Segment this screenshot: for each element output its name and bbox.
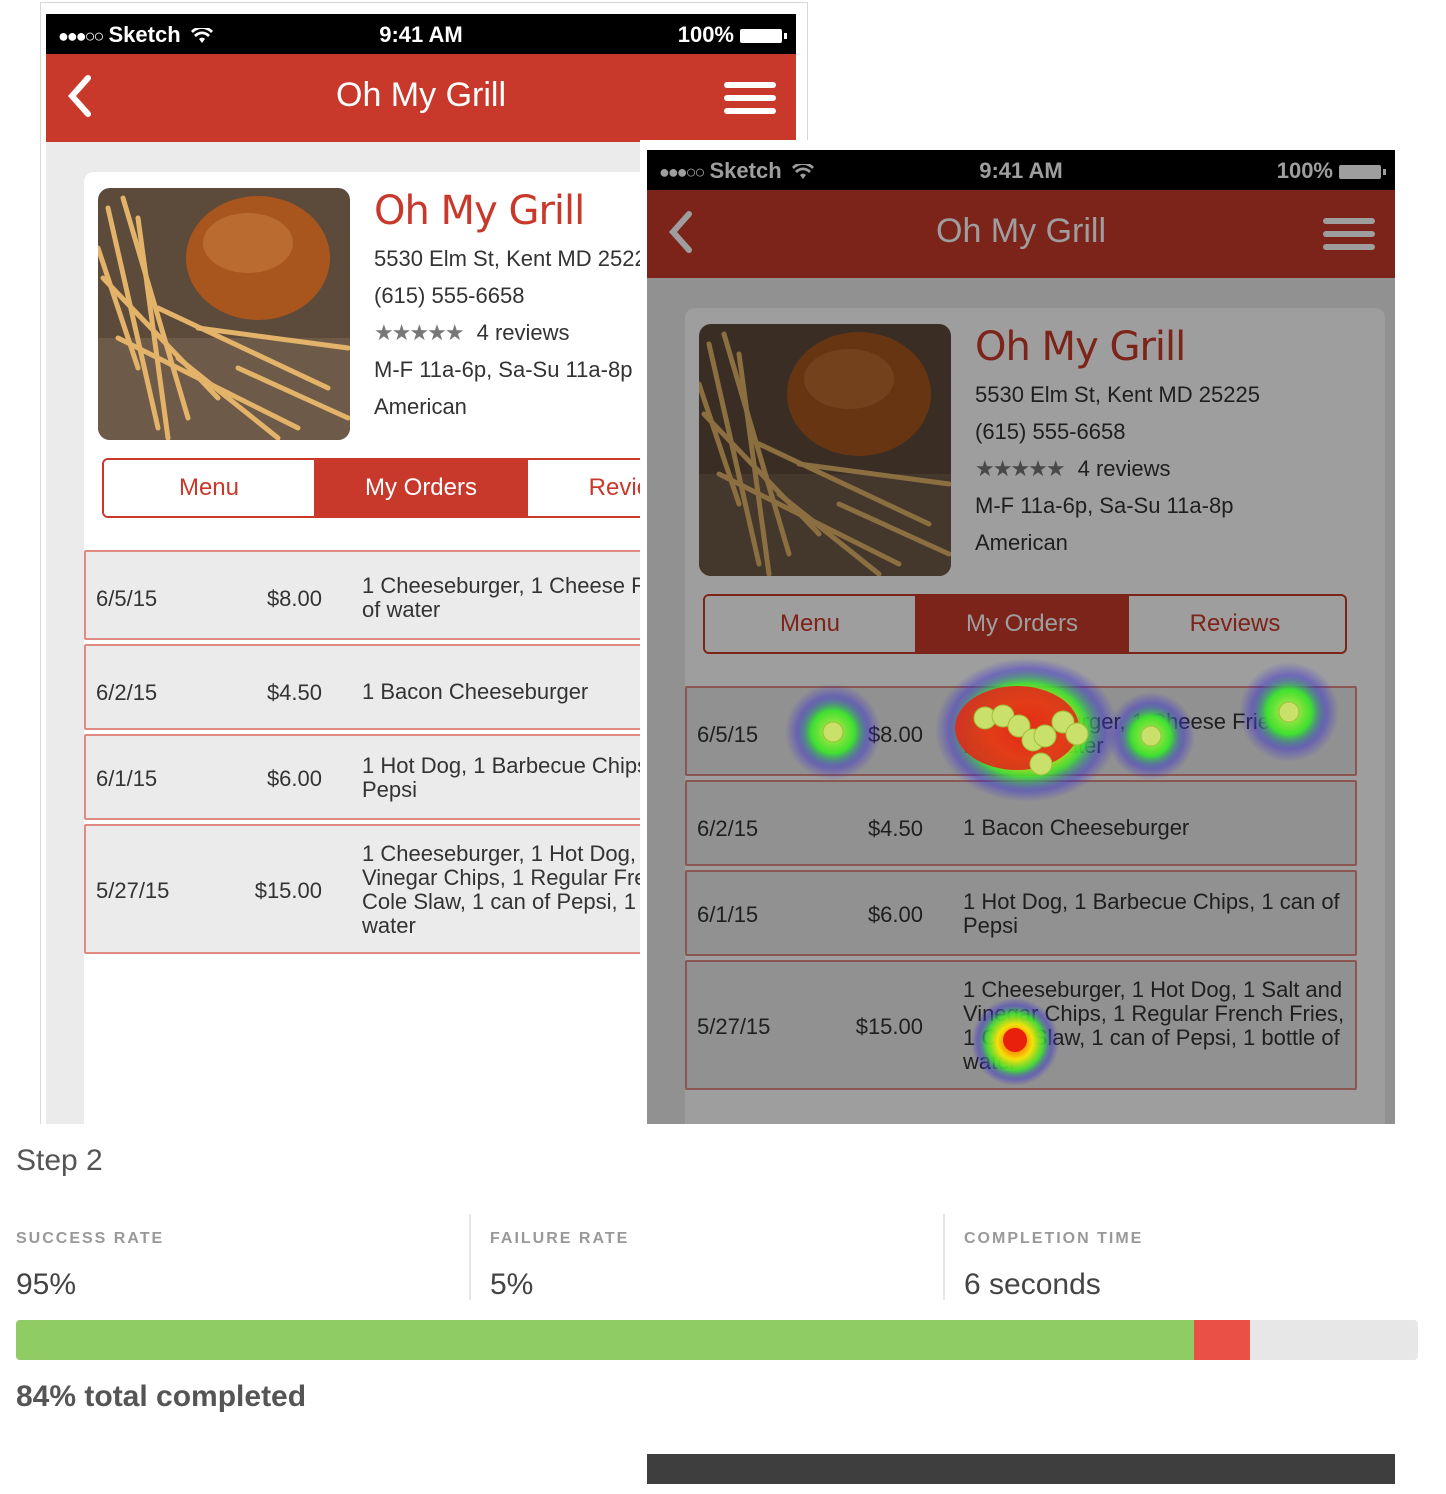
order-price: $6.00 — [266, 766, 322, 791]
battery-label: 100% — [1276, 158, 1333, 183]
restaurant-info: Oh My Grill 5530 Elm St, Kent MD 25225 (… — [374, 188, 659, 431]
restaurant-address: 5530 Elm St, Kent MD 25225 — [975, 382, 1260, 407]
status-bar: ●●●○○ Sketch 9:41 AM 100% — [46, 14, 796, 54]
order-row[interactable]: 6/5/15 $8.00 1 Cheeseburger, 1 Cheese Fr… — [685, 686, 1357, 776]
tab-my-orders[interactable]: My Orders — [917, 596, 1129, 652]
restaurant-cuisine: American — [975, 530, 1068, 555]
burger-fries-photo — [699, 324, 951, 576]
tab-bar: Menu My Orders Reviews — [703, 594, 1347, 654]
stat-value: 5% — [490, 1268, 534, 1301]
completion-time-stat: COMPLETION TIME 6 seconds — [964, 1214, 1144, 1301]
nav-title: Oh My Grill — [336, 76, 506, 114]
review-count[interactable]: 4 reviews — [1078, 456, 1171, 481]
order-price: $15.00 — [855, 1014, 923, 1039]
failure-rate-stat: FAILURE RATE 5% — [490, 1214, 630, 1301]
restaurant-name: Oh My Grill — [975, 324, 1186, 370]
restaurant-info: Oh My Grill 5530 Elm St, Kent MD 25225 (… — [975, 324, 1260, 567]
order-price: $6.00 — [867, 902, 923, 927]
total-completed-label: 84% total completed — [16, 1380, 307, 1413]
restaurant-cuisine: American — [374, 394, 467, 419]
order-date: 6/2/15 — [697, 816, 759, 841]
rating-stars-icon: ★★★★★ — [374, 320, 465, 345]
restaurant-phone[interactable]: (615) 555-6658 — [374, 283, 659, 309]
order-price: $8.00 — [266, 586, 322, 611]
restaurant-address: 5530 Elm St, Kent MD 25225 — [374, 246, 659, 271]
order-price: $4.50 — [266, 680, 322, 705]
order-items: 1 Cheeseburger, 1 Cheese Fries, 1 Bottle… — [963, 709, 1306, 758]
rating-stars-icon: ★★★★★ — [975, 456, 1066, 481]
order-date: 6/1/15 — [96, 766, 158, 791]
order-date: 6/5/15 — [96, 586, 158, 611]
order-items: 1 Cheeseburger, 1 Hot Dog, 1 Salt and Vi… — [963, 977, 1345, 1074]
hamburger-menu-icon[interactable] — [724, 82, 776, 116]
completion-progress-bar — [16, 1320, 1418, 1360]
order-date: 6/2/15 — [96, 680, 158, 705]
battery-icon — [740, 29, 787, 44]
order-date: 5/27/15 — [96, 878, 170, 903]
tab-menu[interactable]: Menu — [705, 596, 917, 652]
stat-label: COMPLETION TIME — [964, 1230, 1144, 1247]
restaurant-card: Oh My Grill 5530 Elm St, Kent MD 25225 (… — [685, 308, 1385, 1124]
tab-menu[interactable]: Menu — [104, 460, 316, 516]
status-bar: ●●●○○ Sketch 9:41 AM 100% — [647, 150, 1395, 190]
hamburger-menu-icon[interactable] — [1323, 218, 1375, 252]
stat-value: 95% — [16, 1268, 77, 1301]
order-price: $8.00 — [867, 722, 923, 747]
restaurant-hours: M-F 11a-6p, Sa-Su 11a-8p — [374, 357, 633, 382]
review-count[interactable]: 4 reviews — [477, 320, 570, 345]
burger-fries-photo — [98, 188, 350, 440]
battery-icon — [1339, 165, 1386, 180]
order-date: 6/1/15 — [697, 902, 759, 927]
restaurant-phone[interactable]: (615) 555-6658 — [975, 419, 1260, 445]
nav-bar: Oh My Grill — [647, 190, 1395, 278]
order-date: 6/5/15 — [697, 722, 759, 747]
order-items: 1 Bacon Cheeseburger — [963, 815, 1190, 840]
order-price: $4.50 — [867, 816, 923, 841]
divider — [469, 1214, 471, 1300]
battery-label: 100% — [677, 22, 734, 47]
failure-segment — [1193, 1320, 1250, 1360]
order-row[interactable]: 6/1/15 $6.00 1 Hot Dog, 1 Barbecue Chips… — [685, 870, 1357, 956]
stat-label: SUCCESS RATE — [16, 1230, 165, 1247]
order-row[interactable]: 6/2/15 $4.50 1 Bacon Cheeseburger — [685, 780, 1357, 866]
tab-reviews[interactable]: Reviews — [1129, 596, 1341, 652]
restaurant-name: Oh My Grill — [374, 188, 585, 234]
step-title: Step 2 — [16, 1144, 103, 1177]
order-items: 1 Hot Dog, 1 Barbecue Chips, 1 can of Pe… — [963, 889, 1340, 938]
success-segment — [16, 1320, 1194, 1360]
phone-screen-heatmap: ●●●○○ Sketch 9:41 AM 100% Oh My Grill Oh… — [647, 150, 1395, 1124]
order-row[interactable]: 5/27/15 $15.00 1 Cheeseburger, 1 Hot Dog… — [685, 960, 1357, 1090]
order-date: 5/27/15 — [697, 1014, 771, 1039]
restaurant-hours: M-F 11a-6p, Sa-Su 11a-8p — [975, 493, 1234, 518]
nav-bar: Oh My Grill — [46, 54, 796, 142]
order-price: $15.00 — [254, 878, 322, 903]
stat-value: 6 seconds — [964, 1268, 1101, 1301]
divider — [943, 1214, 945, 1300]
stat-label: FAILURE RATE — [490, 1230, 630, 1247]
order-list: 6/5/15 $8.00 1 Cheeseburger, 1 Cheese Fr… — [685, 686, 1357, 1094]
nav-title: Oh My Grill — [936, 212, 1106, 250]
footer-strip — [647, 1454, 1395, 1484]
success-rate-stat: SUCCESS RATE 95% — [16, 1214, 165, 1301]
tab-my-orders[interactable]: My Orders — [316, 460, 528, 516]
